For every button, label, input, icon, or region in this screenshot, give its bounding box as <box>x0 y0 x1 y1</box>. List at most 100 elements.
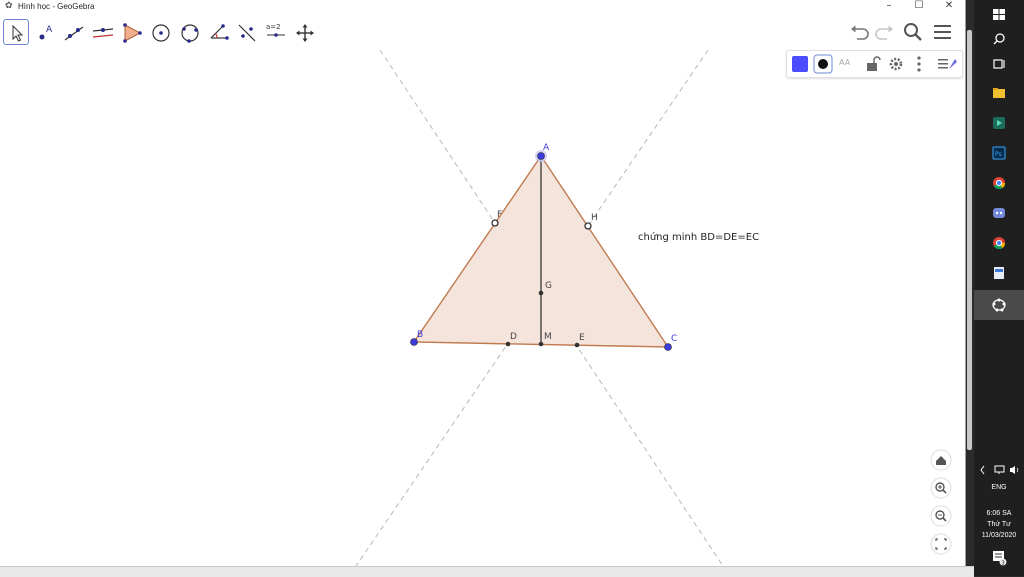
task-view-icon[interactable] <box>991 56 1007 72</box>
label-g: G <box>545 281 552 291</box>
style-bar: AA <box>786 50 963 78</box>
window-title: Hình học - GeoGebra <box>18 2 95 11</box>
chrome-icon[interactable] <box>991 175 1007 191</box>
move-tool-button[interactable] <box>3 19 29 45</box>
search-icon <box>904 23 922 41</box>
reflect-tool-button[interactable] <box>233 19 259 45</box>
redo-icon <box>875 25 893 40</box>
move-graphics-tool-button[interactable] <box>291 19 317 45</box>
line-icon <box>64 26 84 41</box>
search-icon[interactable] <box>991 31 1007 47</box>
slider-tool-label: a=2 <box>266 23 281 31</box>
label-a: A <box>543 143 550 153</box>
point-style-icon <box>813 54 833 74</box>
move-icon <box>12 24 24 42</box>
point-icon: A <box>39 25 53 40</box>
svg-text:A: A <box>46 25 53 35</box>
lock-button[interactable] <box>863 54 883 74</box>
redo-button[interactable] <box>872 21 896 43</box>
title-bar: ✿ Hình học - GeoGebra – ☐ ✕ <box>0 0 965 14</box>
point-e[interactable] <box>574 342 580 348</box>
line-tool-button[interactable] <box>60 19 86 45</box>
zoom-controls <box>930 449 952 555</box>
discord-icon[interactable] <box>991 205 1007 221</box>
point-g[interactable] <box>538 290 544 296</box>
style-bar-toggle-icon <box>938 59 957 69</box>
filmora-icon[interactable] <box>991 115 1007 131</box>
point-d[interactable] <box>505 341 511 347</box>
circle-three-points-tool-button[interactable] <box>176 19 202 45</box>
notification-center-icon[interactable]: 3 <box>991 549 1009 567</box>
home-view-button[interactable] <box>930 449 952 471</box>
point-h[interactable] <box>584 222 592 230</box>
label-c: C <box>671 334 677 344</box>
toggle-style-bar-button[interactable] <box>936 54 957 74</box>
clock[interactable]: 6:06 SA Thứ Tư 11/03/2020 <box>974 508 1024 541</box>
close-button[interactable]: ✕ <box>934 0 964 14</box>
slider-tool-button[interactable]: a=2 <box>262 19 288 45</box>
menu-icon <box>934 25 951 39</box>
point-c[interactable] <box>664 343 672 351</box>
zoom-in-button[interactable] <box>930 477 952 499</box>
polygon-tool-button[interactable] <box>118 19 144 45</box>
point-f[interactable] <box>491 219 499 227</box>
point-style-button[interactable] <box>813 54 833 74</box>
system-tray-icons[interactable] <box>979 463 1023 477</box>
label-style-button[interactable]: AA <box>836 54 856 74</box>
chrome-icon-2[interactable] <box>991 235 1007 251</box>
circle-center-point-icon <box>152 24 170 42</box>
undo-icon <box>851 25 869 40</box>
label-m: M <box>544 332 552 342</box>
polygon-icon <box>123 23 142 43</box>
angle-icon <box>210 24 229 40</box>
minimize-button[interactable]: – <box>874 0 904 14</box>
gear-icon <box>889 57 903 71</box>
file-explorer-icon[interactable] <box>991 85 1007 101</box>
geogebra-window: ✿ Hình học - GeoGebra – ☐ ✕ A a=2 A B C … <box>0 0 966 566</box>
reflect-icon <box>238 24 256 42</box>
point-m[interactable] <box>538 341 544 347</box>
undo-button[interactable] <box>848 21 872 43</box>
geogebra-logo-icon: ✿ <box>5 1 13 11</box>
point-tool-button[interactable]: A <box>32 19 58 45</box>
angle-tool-button[interactable] <box>205 19 231 45</box>
notification-count: 3 <box>1002 561 1005 567</box>
point-a[interactable] <box>537 152 545 160</box>
graphics-view[interactable]: A B C F H G D M E chứng minh BD=DE=EC <box>0 50 965 566</box>
zoom-out-button[interactable] <box>930 505 952 527</box>
settings-button[interactable] <box>886 54 906 74</box>
perpendicular-tool-button[interactable] <box>89 19 115 45</box>
document-app-icon[interactable] <box>991 265 1007 281</box>
clock-time: 6:06 SA <box>986 510 1012 517</box>
label-f: F <box>497 210 502 220</box>
aa-label: AA <box>839 58 851 67</box>
clock-day: Thứ Tư <box>987 521 1011 528</box>
clock-date: 11/03/2020 <box>981 532 1017 539</box>
more-vertical-icon <box>917 56 921 72</box>
unlock-icon <box>867 56 881 71</box>
move-graphics-icon <box>296 24 314 42</box>
main-menu-button[interactable] <box>931 21 955 43</box>
label-h: H <box>591 213 598 223</box>
volume-icon <box>1010 466 1015 474</box>
circle-center-tool-button[interactable] <box>147 19 173 45</box>
search-button[interactable] <box>901 21 925 43</box>
vertical-scrollbar[interactable] <box>967 30 972 450</box>
network-icon <box>994 465 1005 473</box>
proof-text[interactable]: chứng minh BD=DE=EC <box>638 231 759 243</box>
maximize-button[interactable]: ☐ <box>904 0 934 14</box>
color-button[interactable] <box>790 54 810 74</box>
language-indicator[interactable]: ENG <box>974 484 1024 491</box>
photoshop-icon[interactable]: Ps <box>991 145 1007 161</box>
geogebra-taskbar-icon[interactable] <box>991 297 1007 313</box>
perpendicular-line-icon <box>92 28 114 38</box>
fullscreen-button[interactable] <box>930 533 952 555</box>
circle-three-points-icon <box>181 24 199 43</box>
color-swatch <box>792 56 808 72</box>
bottom-edge <box>0 566 974 577</box>
windows-start-icon[interactable] <box>991 6 1007 22</box>
more-options-button[interactable] <box>909 54 929 74</box>
label-b: B <box>417 330 423 340</box>
toolbar: A a=2 <box>0 14 965 50</box>
svg-text:Ps: Ps <box>995 151 1002 158</box>
